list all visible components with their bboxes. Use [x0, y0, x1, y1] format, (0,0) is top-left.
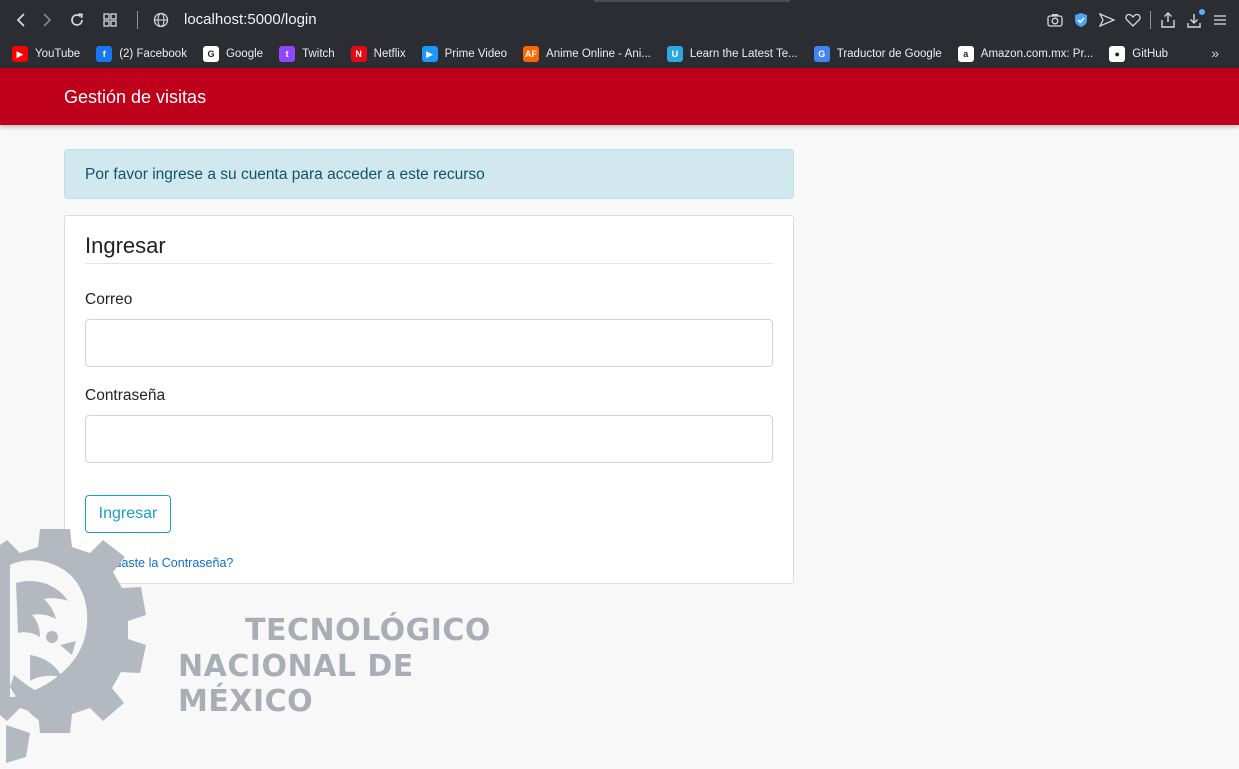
toolbar-divider	[1150, 11, 1151, 29]
google-translate-icon: G	[813, 46, 830, 62]
login-title: Ingresar	[85, 233, 166, 258]
download-icon[interactable]	[1185, 9, 1205, 29]
gear-emblem-icon	[0, 529, 146, 763]
bookmark-item[interactable]: ▶ YouTube	[12, 46, 80, 62]
url-field[interactable]: localhost:5000/login	[184, 11, 317, 28]
youtube-icon: ▶	[12, 46, 28, 62]
send-icon[interactable]	[1098, 11, 1116, 29]
bookmark-item[interactable]: ▶ Prime Video	[421, 46, 508, 62]
bookmark-label: Traductor de Google	[836, 48, 942, 60]
info-alert: Por favor ingrese a su cuenta para acced…	[64, 149, 794, 199]
camera-icon[interactable]	[1046, 11, 1064, 29]
heart-icon[interactable]	[1124, 11, 1142, 29]
bookmark-item[interactable]: N Netflix	[350, 46, 406, 62]
logo-line1: TECNOLÓGICO	[245, 613, 491, 648]
app-title[interactable]: Gestión de visitas	[64, 87, 206, 108]
bookmark-label: Netflix	[373, 48, 406, 60]
udemy-icon: U	[666, 46, 683, 62]
email-label: Correo	[85, 291, 133, 308]
tecnm-logo: TECNOLÓGICO NACIONAL DE MÉXICO	[0, 525, 500, 769]
bookmark-item[interactable]: a Amazon.com.mx: Pr...	[957, 46, 1094, 62]
tab-grid-icon[interactable]	[100, 10, 120, 30]
bookmark-label: Learn the Latest Te...	[689, 48, 798, 60]
bookmark-label: Anime Online - Ani...	[546, 48, 651, 60]
shield-icon[interactable]	[1072, 11, 1090, 29]
bookmark-label: Prime Video	[444, 48, 508, 60]
bookmark-item[interactable]: G Traductor de Google	[813, 46, 942, 62]
github-icon: ●	[1109, 46, 1126, 62]
back-icon[interactable]	[11, 10, 31, 30]
download-badge	[1199, 9, 1205, 15]
bookmark-item[interactable]: t Twitch	[279, 46, 335, 62]
share-icon[interactable]	[1159, 11, 1177, 29]
bookmarks-overflow-icon[interactable]: »	[1211, 45, 1219, 61]
toolbar-right-icons	[1046, 9, 1229, 30]
active-tab-indicator	[594, 0, 790, 2]
password-label: Contraseña	[85, 387, 166, 404]
bookmark-item[interactable]: AF Anime Online - Ani...	[523, 46, 651, 62]
bookmark-item[interactable]: f (2) Facebook	[96, 46, 187, 62]
reload-icon[interactable]	[67, 10, 87, 30]
netflix-icon: N	[350, 46, 367, 62]
logo-line2: NACIONAL DE MÉXICO	[178, 649, 414, 719]
bookmark-label: GitHub	[1132, 48, 1169, 60]
bookmark-label: Twitch	[302, 48, 335, 60]
bookmark-label: Amazon.com.mx: Pr...	[980, 48, 1094, 60]
bookmark-label: YouTube	[35, 48, 81, 60]
bookmark-label: Google	[225, 48, 264, 60]
forward-icon[interactable]	[37, 10, 57, 30]
facebook-icon: f	[96, 46, 113, 62]
password-field[interactable]	[85, 415, 773, 463]
title-divider	[85, 263, 773, 264]
bookmark-item[interactable]: ● GitHub	[1109, 46, 1168, 62]
browser-toolbar: localhost:5000/login	[0, 0, 1239, 40]
animeflv-icon: AF	[523, 46, 540, 62]
toolbar-divider	[137, 11, 138, 29]
prime-video-icon: ▶	[421, 46, 438, 62]
twitch-icon: t	[279, 46, 296, 62]
app-navbar: Gestión de visitas	[0, 68, 1239, 125]
globe-icon	[151, 10, 171, 30]
bookmark-label: (2) Facebook	[119, 48, 187, 60]
bookmark-item[interactable]: U Learn the Latest Te...	[666, 46, 798, 62]
email-field[interactable]	[85, 319, 773, 367]
amazon-icon: a	[957, 46, 974, 62]
google-icon: G	[202, 46, 219, 62]
bookmark-item[interactable]: G Google	[202, 46, 264, 62]
menu-icon[interactable]	[1211, 11, 1229, 29]
bookmarks-bar: ▶ YouTube f (2) Facebook G Google t Twitch N Netf…	[0, 40, 1239, 68]
